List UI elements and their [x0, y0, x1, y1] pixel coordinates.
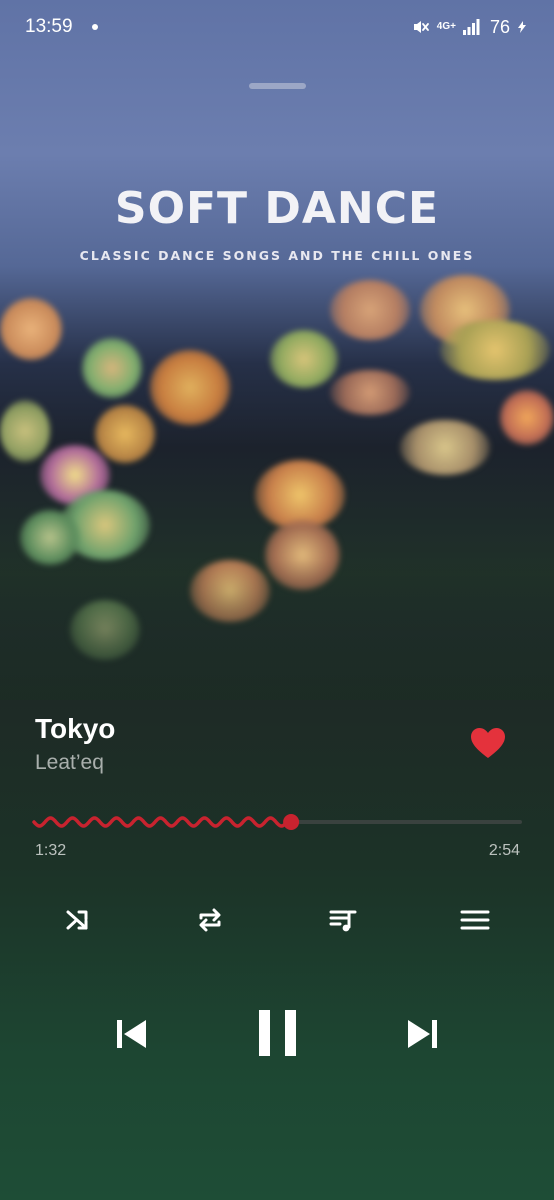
status-time: 13:59 — [25, 16, 73, 37]
charging-icon — [516, 21, 528, 33]
drag-handle[interactable] — [249, 83, 306, 89]
lyrics-queue-button[interactable] — [323, 900, 363, 940]
battery-level: 76 — [489, 16, 510, 37]
shuffle-icon — [66, 910, 88, 930]
menu-icon — [460, 910, 490, 930]
like-button[interactable] — [468, 724, 508, 764]
album-title: SOFT DANCE — [114, 183, 440, 234]
previous-icon — [117, 1020, 146, 1048]
progress-thumb[interactable] — [283, 814, 300, 830]
elapsed-time: 1:32 — [35, 842, 67, 859]
network-type: 4G+ — [436, 21, 456, 32]
progress-bar[interactable] — [32, 808, 522, 836]
track-title: Tokyo — [35, 713, 116, 744]
pause-button[interactable] — [248, 1002, 308, 1064]
mute-icon — [411, 17, 431, 37]
progress-played-wave — [32, 816, 293, 828]
player-screen: SOFT DANCE CLASSIC DANCE SONGS AND THE C… — [0, 0, 554, 1200]
lyrics-queue-icon — [329, 910, 357, 932]
repeat-button[interactable] — [190, 900, 230, 940]
album-art: SOFT DANCE CLASSIC DANCE SONGS AND THE C… — [0, 0, 554, 700]
heart-icon — [471, 728, 505, 758]
next-icon — [408, 1020, 437, 1048]
total-time: 2:54 — [488, 842, 520, 859]
pause-icon — [259, 1010, 296, 1056]
menu-button[interactable] — [455, 900, 495, 940]
status-bar: 13:59 4G+ 76 — [0, 0, 554, 56]
track-artist[interactable]: Leat’eq — [35, 751, 104, 775]
signal-icon — [462, 18, 480, 36]
repeat-icon — [199, 908, 221, 932]
shuffle-button[interactable] — [58, 900, 98, 940]
album-subtitle: CLASSIC DANCE SONGS AND THE CHILL ONES — [79, 248, 475, 263]
notification-dot-icon — [92, 24, 98, 30]
previous-button[interactable] — [104, 1008, 156, 1060]
next-button[interactable] — [398, 1008, 450, 1060]
